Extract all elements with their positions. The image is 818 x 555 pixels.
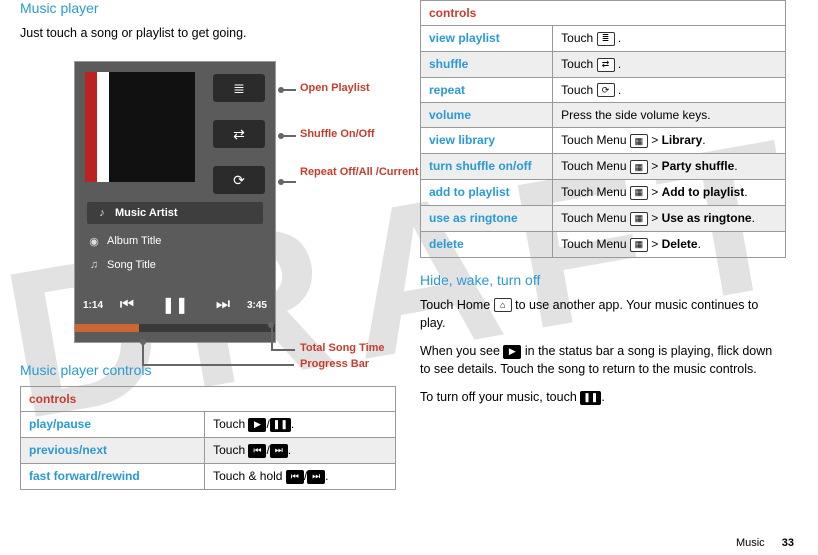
table-row: use as ringtoneTouch Menu ▦ > Use as rin…: [421, 205, 786, 231]
table-row: fast forward/rewindTouch & hold ⏮/⏭.: [21, 463, 396, 489]
table-row: deleteTouch Menu ▦ > Delete.: [421, 231, 786, 257]
action-cell: Touch Menu ▦ > Delete.: [553, 231, 786, 257]
artist-row: ♪ Music Artist: [87, 202, 263, 224]
menu-icon: ▦: [630, 160, 648, 174]
list-icon: ≣: [233, 80, 245, 97]
action-cell: Touch ⟳ .: [553, 77, 786, 103]
feature-cell: volume: [421, 103, 553, 128]
pause-button[interactable]: ❚❚: [151, 295, 199, 315]
transport-icon: ⏭: [270, 444, 288, 458]
feature-cell: turn shuffle on/off: [421, 154, 553, 180]
menu-icon: ▦: [630, 238, 648, 252]
song-row: ♫ Song Title: [87, 258, 263, 272]
table-row: view libraryTouch Menu ▦ > Library.: [421, 128, 786, 154]
footer-category: Music: [736, 537, 765, 549]
action-cell: Touch ▶/❚❚.: [205, 412, 396, 438]
album-label: Album Title: [107, 235, 161, 247]
transport-icon: ⏮: [248, 444, 266, 458]
table-header: controls: [21, 387, 396, 412]
para-statusbar: When you see ▶ in the status bar a song …: [420, 342, 786, 378]
repeat-button[interactable]: ⟳: [213, 166, 265, 194]
transport-icon: ⏭: [307, 470, 325, 484]
callout-total-time: Total Song Time: [300, 342, 385, 354]
action-cell: Touch Menu ▦ > Add to playlist.: [553, 180, 786, 206]
feature-cell: play/pause: [21, 412, 205, 438]
action-cell: Touch & hold ⏮/⏭.: [205, 463, 396, 489]
controls-table-right: controls view playlistTouch ≣ .shuffleTo…: [420, 0, 786, 258]
menu-icon: ≣: [597, 32, 615, 46]
action-cell: Touch ⇄ .: [553, 51, 786, 77]
feature-cell: view playlist: [421, 26, 553, 52]
album-row: ◉ Album Title: [87, 234, 263, 248]
callout-progress: Progress Bar: [300, 358, 369, 370]
play-icon: ▶: [503, 345, 521, 359]
para-turnoff: To turn off your music, touch ❚❚.: [420, 388, 786, 406]
transport-bar: 1:14 ⏮ ❚❚ ⏭ 3:45: [75, 288, 275, 322]
feature-cell: use as ringtone: [421, 205, 553, 231]
controls-table-left: controls play/pauseTouch ▶/❚❚.previous/n…: [20, 386, 396, 489]
para-home: Touch Home ⌂ to use another app. Your mu…: [420, 296, 786, 332]
person-icon: ♪: [95, 206, 109, 220]
transport-icon: ⏮: [286, 470, 304, 484]
menu-icon: ▦: [630, 212, 648, 226]
menu-icon: ⇄: [597, 58, 615, 72]
table-row: repeatTouch ⟳ .: [421, 77, 786, 103]
action-cell: Touch Menu ▦ > Library.: [553, 128, 786, 154]
feature-cell: previous/next: [21, 437, 205, 463]
action-cell: Touch Menu ▦ > Party shuffle.: [553, 154, 786, 180]
song-label: Song Title: [107, 259, 156, 271]
menu-icon: ⟳: [597, 83, 615, 97]
table-row: add to playlistTouch Menu ▦ > Add to pla…: [421, 180, 786, 206]
callout-open-playlist: Open Playlist: [300, 82, 370, 94]
next-button[interactable]: ⏭: [199, 296, 247, 314]
heading-hide-wake: Hide, wake, turn off: [420, 272, 786, 288]
album-art: [85, 72, 195, 182]
phone-screen: ≣ ⇄ ⟳ ♪ Music Artist ◉ Album Title ♫ Son…: [75, 62, 275, 342]
intro-text: Just touch a song or playlist to get goi…: [20, 24, 396, 42]
shuffle-button[interactable]: ⇄: [213, 120, 265, 148]
action-cell: Touch ≣ .: [553, 26, 786, 52]
heading-music-player: Music player: [20, 0, 396, 16]
prev-button[interactable]: ⏮: [103, 296, 151, 314]
progress-bar[interactable]: [75, 324, 275, 332]
open-playlist-button[interactable]: ≣: [213, 74, 265, 102]
total-time: 3:45: [247, 300, 267, 311]
table-row: play/pauseTouch ▶/❚❚.: [21, 412, 396, 438]
transport-icon: ❚❚: [270, 418, 291, 432]
feature-cell: shuffle: [421, 51, 553, 77]
note-icon: ♫: [87, 258, 101, 272]
feature-cell: repeat: [421, 77, 553, 103]
action-cell: Press the side volume keys.: [553, 103, 786, 128]
table-row: previous/nextTouch ⏮/⏭.: [21, 437, 396, 463]
table-row: volumePress the side volume keys.: [421, 103, 786, 128]
elapsed-time: 1:14: [83, 300, 103, 311]
menu-icon: ▦: [630, 134, 648, 148]
feature-cell: fast forward/rewind: [21, 463, 205, 489]
transport-icon: ▶: [248, 418, 266, 432]
player-mockup: ≣ ⇄ ⟳ ♪ Music Artist ◉ Album Title ♫ Son…: [20, 52, 380, 362]
callout-repeat: Repeat Off/All /Current: [300, 166, 419, 179]
action-cell: Touch ⏮/⏭.: [205, 437, 396, 463]
table-row: shuffleTouch ⇄ .: [421, 51, 786, 77]
table-row: view playlistTouch ≣ .: [421, 26, 786, 52]
page-footer: Music 33: [736, 537, 794, 549]
pause-icon: ❚❚: [580, 391, 601, 405]
feature-cell: add to playlist: [421, 180, 553, 206]
menu-icon: ▦: [630, 186, 648, 200]
disc-icon: ◉: [87, 234, 101, 248]
artist-label: Music Artist: [115, 207, 178, 219]
home-icon: ⌂: [494, 298, 512, 312]
feature-cell: view library: [421, 128, 553, 154]
repeat-icon: ⟳: [233, 172, 245, 189]
feature-cell: delete: [421, 231, 553, 257]
footer-page: 33: [782, 537, 794, 549]
table-row: turn shuffle on/offTouch Menu ▦ > Party …: [421, 154, 786, 180]
shuffle-icon: ⇄: [233, 126, 245, 143]
table-header: controls: [421, 1, 786, 26]
callout-shuffle: Shuffle On/Off: [300, 128, 375, 140]
action-cell: Touch Menu ▦ > Use as ringtone.: [553, 205, 786, 231]
